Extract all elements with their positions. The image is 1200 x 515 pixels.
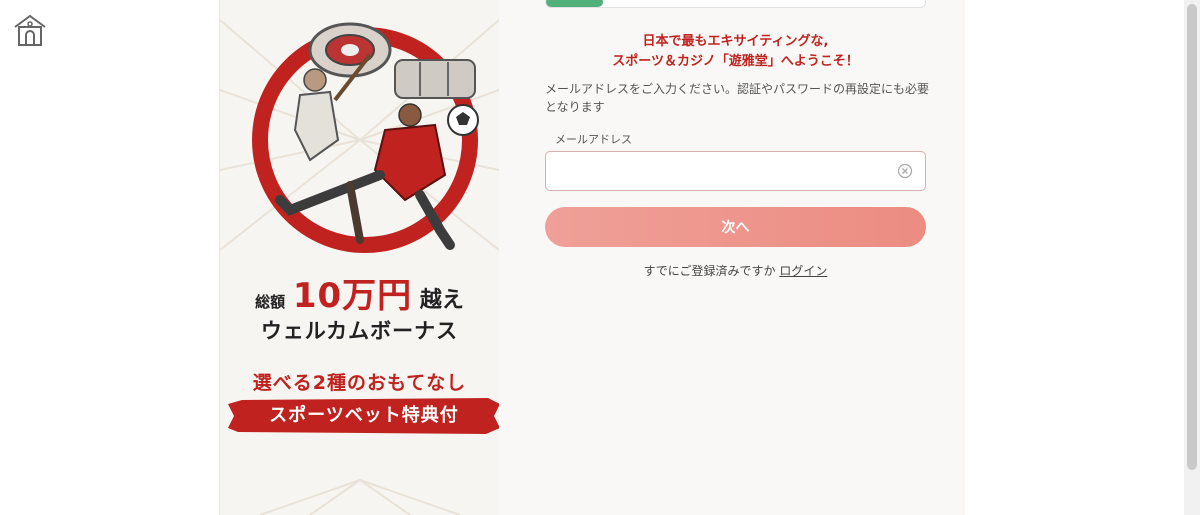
promo-amount: 10万円 — [292, 276, 413, 316]
promo-over-label: 越え — [419, 288, 464, 313]
page-scrollbar[interactable] — [1184, 0, 1200, 515]
next-button[interactable]: 次へ — [545, 207, 926, 247]
welcome-heading: 日本で最もエキサイティングな, スポーツ＆カジノ「遊雅堂」へようこそ！ — [545, 32, 926, 72]
clear-icon[interactable] — [897, 163, 913, 179]
login-prompt: すでにご登録済みですか — [643, 264, 776, 278]
login-row: すでにご登録済みですか ログイン — [545, 262, 926, 279]
promo-headline: 総額 10万円 越え — [220, 268, 499, 317]
form-panel: 日本で最もエキサイティングな, スポーツ＆カジノ「遊雅堂」へようこそ！ メールア… — [499, 0, 965, 515]
promo-panel: 総額 10万円 越え ウェルカムボーナス 選べる2種のおもてなし スポーツベット… — [220, 0, 499, 515]
promo-total-label: 総額 — [255, 293, 286, 311]
promo-illustration — [220, 19, 499, 515]
progress-fill — [546, 0, 603, 7]
welcome-line-1: 日本で最もエキサイティングな, — [642, 34, 829, 49]
email-description: メールアドレスをご入力ください。認証やパスワードの再設定にも必要となります — [545, 82, 930, 114]
email-label: メールアドレス — [555, 133, 632, 146]
promo-bonus-title: ウェルカムボーナス — [260, 319, 459, 343]
promo-choice-text: 選べる2種のおもてなし — [252, 372, 467, 394]
home-button[interactable] — [12, 12, 48, 48]
signup-modal: 総額 10万円 越え ウェルカムボーナス 選べる2種のおもてなし スポーツベット… — [219, 0, 965, 515]
promo-banner-text: スポーツベット特典付 — [269, 405, 459, 426]
login-link[interactable]: ログイン — [779, 264, 827, 278]
promo-banner: スポーツベット特典付 — [228, 398, 499, 434]
welcome-line-2: スポーツ＆カジノ「遊雅堂」へようこそ！ — [612, 54, 859, 69]
progress-bar — [545, 0, 926, 8]
home-icon — [14, 14, 46, 46]
email-field[interactable] — [545, 151, 926, 191]
scrollbar-thumb[interactable] — [1187, 4, 1197, 470]
